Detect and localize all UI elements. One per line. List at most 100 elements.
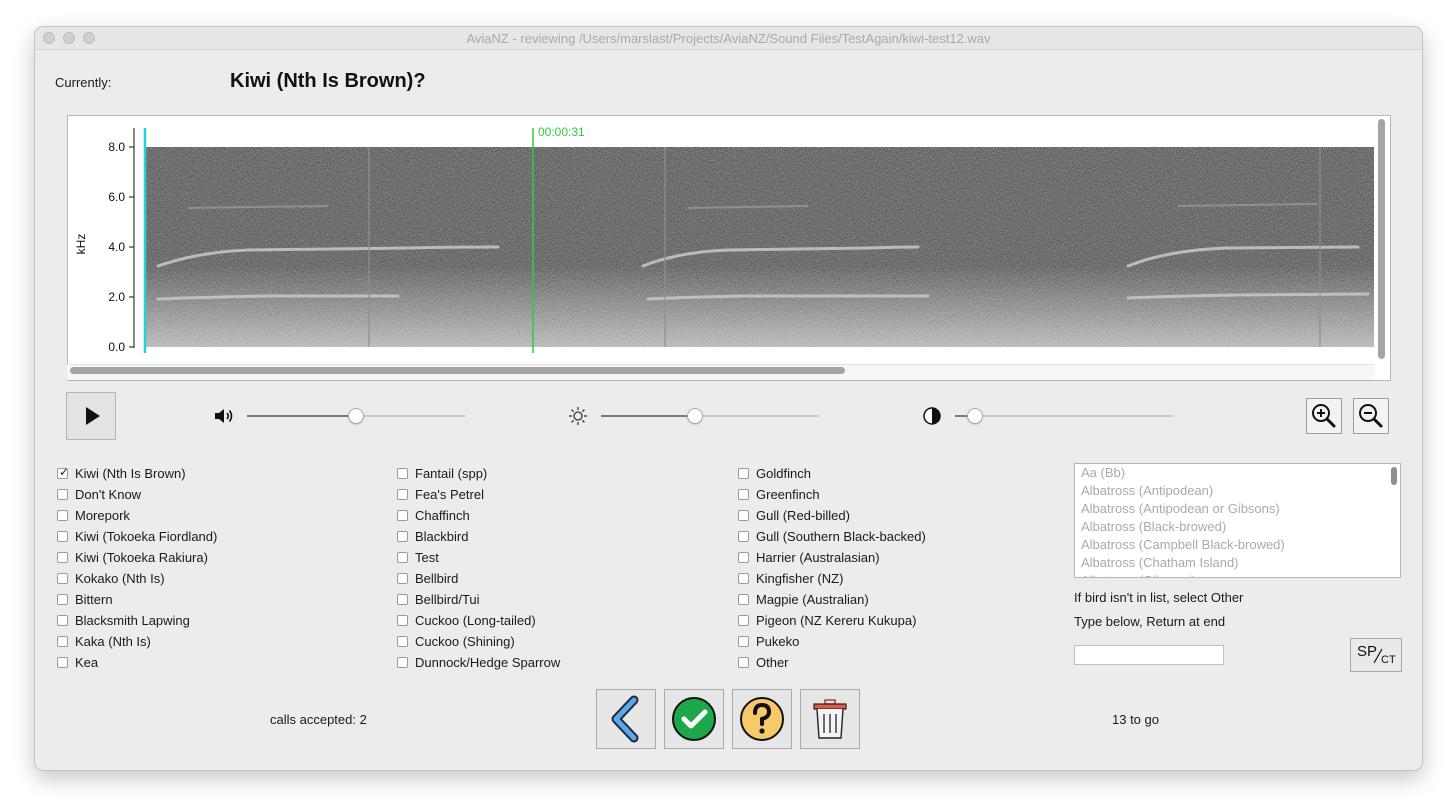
checkbox[interactable]	[738, 614, 749, 626]
checkbox[interactable]	[397, 509, 408, 521]
checkbox[interactable]	[738, 488, 749, 500]
remaining-count: 13 to go	[1112, 712, 1159, 727]
bird-option[interactable]: Blackbird	[397, 527, 560, 545]
y-tick-label: 8.0	[108, 140, 125, 154]
delete-button[interactable]	[800, 689, 860, 749]
checkbox[interactable]	[738, 635, 749, 647]
bird-option[interactable]: Kiwi (Tokoeka Rakiura)	[57, 548, 217, 566]
accept-button[interactable]	[664, 689, 724, 749]
species-calltype-button[interactable]: SP CT	[1350, 638, 1402, 672]
species-list-item[interactable]: Albatross (Antipodean or Gibsons)	[1075, 500, 1400, 518]
checkbox[interactable]	[397, 572, 408, 584]
bird-option[interactable]: Morepork	[57, 506, 217, 524]
horizontal-scroll-thumb[interactable]	[70, 367, 845, 374]
checkbox[interactable]	[738, 509, 749, 521]
bird-option[interactable]: Kea	[57, 653, 217, 671]
species-list[interactable]: Aa (Bb) Albatross (Antipodean) Albatross (…	[1074, 463, 1401, 578]
checkbox[interactable]	[397, 593, 408, 605]
bird-option[interactable]: Cuckoo (Shining)	[397, 632, 560, 650]
bird-option[interactable]: Fantail (spp)	[397, 464, 560, 482]
zoom-in-button[interactable]	[1306, 398, 1342, 434]
checkbox[interactable]	[57, 593, 68, 605]
bird-option[interactable]: Gull (Red-billed)	[738, 506, 926, 524]
checkbox[interactable]	[397, 530, 408, 542]
checkbox[interactable]	[738, 656, 749, 668]
bird-option[interactable]: Test	[397, 548, 560, 566]
spectrogram-plot[interactable]: kHz 8.0 6.0 4.0 2.0 0.0 00:00:31	[68, 116, 1376, 364]
bird-option[interactable]: Other	[738, 653, 926, 671]
bird-option[interactable]: Pukeko	[738, 632, 926, 650]
bird-option[interactable]: Blacksmith Lapwing	[57, 611, 217, 629]
species-text-entry[interactable]	[1074, 645, 1224, 665]
bird-option[interactable]: Kiwi (Nth Is Brown)	[57, 464, 217, 482]
bird-option[interactable]: Greenfinch	[738, 485, 926, 503]
species-list-item[interactable]: Aa (Bb)	[1075, 464, 1400, 482]
checkbox[interactable]	[57, 656, 68, 668]
species-list-item[interactable]: Albatross (Campbell Black-browed)	[1075, 536, 1400, 554]
checkbox[interactable]	[57, 635, 68, 647]
checkbox[interactable]	[397, 551, 408, 563]
checkbox[interactable]	[397, 488, 408, 500]
species-list-item[interactable]: Albatross (Gibsons)	[1075, 572, 1400, 577]
bird-option[interactable]: Cuckoo (Long-tailed)	[397, 611, 560, 629]
checkbox[interactable]	[397, 635, 408, 647]
currently-label: Currently:	[55, 75, 112, 90]
checkbox[interactable]	[397, 614, 408, 626]
bird-option[interactable]: Don't Know	[57, 485, 217, 503]
checkbox[interactable]	[738, 593, 749, 605]
unsure-button[interactable]	[732, 689, 792, 749]
y-ticks: 8.0 6.0 4.0 2.0 0.0	[108, 140, 134, 354]
species-list-item[interactable]: Albatross (Chatham Island)	[1075, 554, 1400, 572]
contrast-slider-handle[interactable]	[967, 408, 983, 424]
bird-option[interactable]: Kokako (Nth Is)	[57, 569, 217, 587]
checkbox[interactable]	[57, 530, 68, 542]
checkbox[interactable]	[738, 530, 749, 542]
checkbox[interactable]	[397, 656, 408, 668]
species-list-item[interactable]: Albatross (Antipodean)	[1075, 482, 1400, 500]
bird-option[interactable]: Kaka (Nth Is)	[57, 632, 217, 650]
trash-icon	[813, 699, 847, 739]
checkbox-checked[interactable]	[57, 465, 69, 479]
contrast-icon	[923, 407, 941, 425]
bird-option[interactable]: Bellbird	[397, 569, 560, 587]
checkbox[interactable]	[57, 488, 68, 500]
bird-option-label: Morepork	[75, 507, 130, 523]
checkbox[interactable]	[397, 467, 408, 479]
bird-option[interactable]: Kingfisher (NZ)	[738, 569, 926, 587]
bird-option[interactable]: Bittern	[57, 590, 217, 608]
bird-option-label: Cuckoo (Shining)	[415, 633, 515, 649]
window-title: AviaNZ - reviewing /Users/marslast/Proje…	[466, 31, 991, 46]
bird-option[interactable]: Bellbird/Tui	[397, 590, 560, 608]
bird-option[interactable]: Chaffinch	[397, 506, 560, 524]
bird-option[interactable]: Kiwi (Tokoeka Fiordland)	[57, 527, 217, 545]
volume-slider-handle[interactable]	[348, 408, 364, 424]
checkbox[interactable]	[738, 572, 749, 584]
previous-button[interactable]	[596, 689, 656, 749]
bird-option-label: Magpie (Australian)	[756, 591, 869, 607]
species-list-scrollbar[interactable]	[1391, 467, 1397, 485]
back-arrow-icon	[611, 695, 639, 743]
checkbox[interactable]	[57, 509, 68, 521]
bird-option[interactable]: Pigeon (NZ Kereru Kukupa)	[738, 611, 926, 629]
brightness-slider-handle[interactable]	[687, 408, 703, 424]
checkbox[interactable]	[738, 467, 749, 479]
checkbox[interactable]	[738, 551, 749, 563]
contrast-slider[interactable]	[955, 415, 1173, 417]
bird-option[interactable]: Harrier (Australasian)	[738, 548, 926, 566]
bird-option-label: Other	[756, 654, 789, 670]
checkbox[interactable]	[57, 572, 68, 584]
checkbox[interactable]	[57, 614, 68, 626]
y-axis-label: kHz	[74, 234, 88, 255]
play-button[interactable]	[66, 392, 116, 440]
bird-option[interactable]: Dunnock/Hedge Sparrow	[397, 653, 560, 671]
bird-option-label: Harrier (Australasian)	[756, 549, 880, 565]
checkbox[interactable]	[57, 551, 68, 563]
bird-option[interactable]: Magpie (Australian)	[738, 590, 926, 608]
zoom-out-button[interactable]	[1353, 398, 1389, 434]
bird-option[interactable]: Gull (Southern Black-backed)	[738, 527, 926, 545]
bird-option[interactable]: Fea's Petrel	[397, 485, 560, 503]
vertical-scroll-thumb[interactable]	[1378, 119, 1385, 359]
bird-option[interactable]: Goldfinch	[738, 464, 926, 482]
species-list-item[interactable]: Albatross (Black-browed)	[1075, 518, 1400, 536]
bird-column-1: Kiwi (Nth Is Brown) Don't Know Morepork Kiw…	[57, 464, 217, 674]
